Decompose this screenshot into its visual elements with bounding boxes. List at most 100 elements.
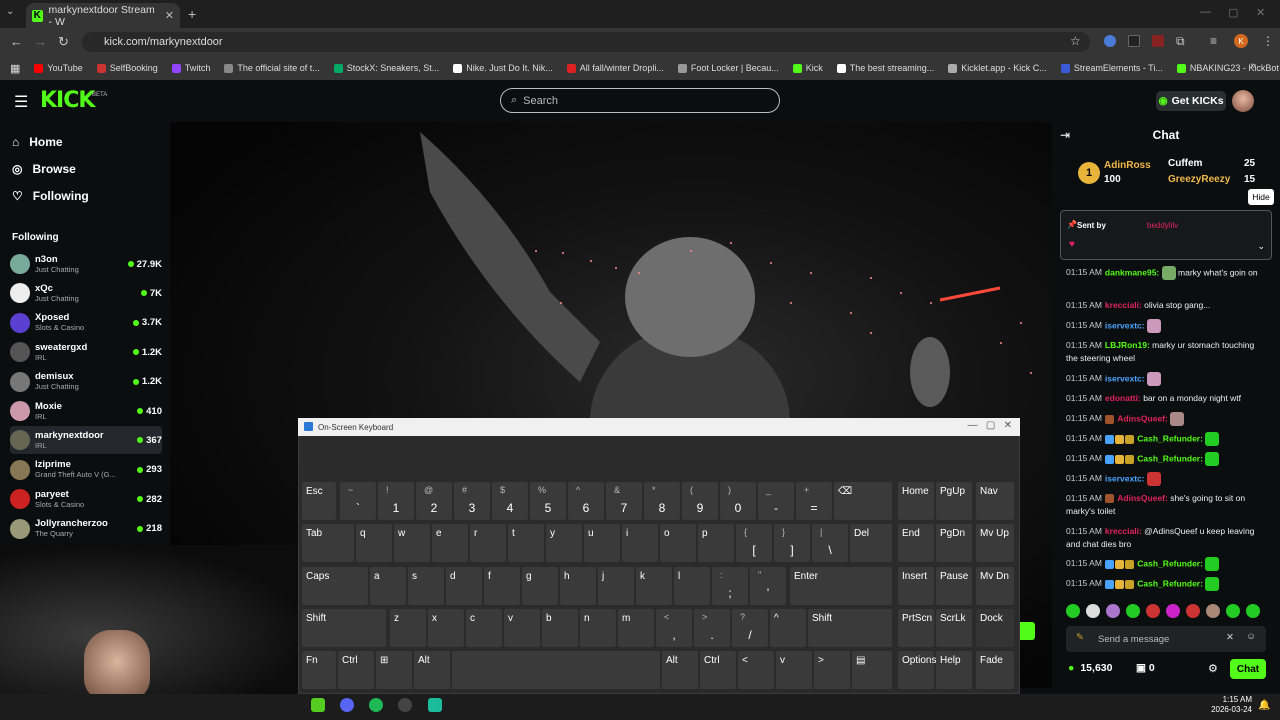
osk-key[interactable]: t (508, 524, 544, 562)
hide-button[interactable]: Hide (1248, 189, 1274, 205)
following-channel[interactable]: sweatergxd IRL 1.2K (10, 338, 162, 366)
osk-key[interactable]: #3 (454, 482, 490, 520)
osk-key[interactable]: f (484, 567, 520, 605)
message-user[interactable]: LBJRon19: (1105, 340, 1150, 350)
translate-icon[interactable]: ✕ (1226, 632, 1234, 643)
osk-key[interactable]: PrtScn (898, 609, 934, 647)
bookmark-item[interactable]: The best streaming... (836, 63, 934, 73)
osk-key[interactable]: w (394, 524, 430, 562)
osk-key[interactable]: j (598, 567, 634, 605)
message-user[interactable]: dankmane95: (1105, 267, 1159, 277)
close-tab-icon[interactable]: ✕ (165, 9, 174, 22)
osk-key[interactable]: Alt (414, 651, 450, 689)
osk-key[interactable]: u (584, 524, 620, 562)
osk-key[interactable]: :; (712, 567, 748, 605)
osk-key[interactable]: (9 (682, 482, 718, 520)
osk-key[interactable]: ^ 6 (568, 482, 604, 520)
bookmark-item[interactable]: Nike. Just Do It. Nik... (453, 63, 553, 73)
osk-key[interactable]: p (698, 524, 734, 562)
bookmark-item[interactable]: StockX: Sneakers, St... (333, 63, 439, 73)
message-user[interactable]: krecciali: (1105, 300, 1142, 310)
minecraft-icon[interactable] (311, 698, 325, 712)
app-green-icon[interactable] (428, 698, 442, 712)
maximize-icon[interactable]: ▢ (1228, 6, 1238, 19)
send-chat-button[interactable]: Chat (1230, 659, 1266, 679)
media-control-icon[interactable]: ≡ (1210, 34, 1217, 48)
following-channel[interactable]: demisux Just Chatting 1.2K (10, 368, 162, 396)
more-bookmarks-icon[interactable]: » (1250, 60, 1256, 72)
bookmark-item[interactable]: Foot Locker | Becau... (677, 63, 779, 73)
pinned-user[interactable]: beddylilv (1147, 221, 1178, 230)
osk-key[interactable]: Dock (976, 609, 1014, 647)
osk-key[interactable]: n (580, 609, 616, 647)
message-user[interactable]: iservextc: (1105, 373, 1145, 383)
osk-key[interactable]: & 7 (606, 482, 642, 520)
osk-key[interactable]: * 8 (644, 482, 680, 520)
osk-key[interactable]: q (356, 524, 392, 562)
message-user[interactable]: Cash_Refunder: (1137, 558, 1203, 568)
osk-key[interactable]: ^ (770, 609, 806, 647)
osk-key[interactable]: {[ (736, 524, 772, 562)
bookmark-item[interactable]: Kick (792, 63, 823, 73)
new-tab-icon[interactable]: + (188, 6, 196, 22)
osk-key[interactable]: ) 0 (720, 482, 756, 520)
osk-key[interactable]: v (776, 651, 812, 689)
taskbar-clock[interactable]: 1:15 AM 2026-03-24 (1204, 695, 1252, 715)
following-channel[interactable]: lziprime Grand Theft Auto V (G... 293 (10, 456, 162, 484)
osk-key[interactable] (452, 651, 660, 689)
osk-key[interactable]: Enter (790, 567, 892, 605)
get-kicks-button[interactable]: ◉ Get KICKs (1156, 91, 1226, 111)
bookmark-item[interactable]: The official site of t... (224, 63, 320, 73)
osk-key[interactable]: ~ ` (340, 482, 376, 520)
emote-icon[interactable] (1246, 604, 1260, 618)
url-field[interactable]: kick.com/markynextdoor (82, 32, 1090, 52)
osk-key[interactable]: g (522, 567, 558, 605)
osk-key[interactable]: Home (898, 482, 934, 520)
following-channel[interactable]: n3on Just Chatting 27.9K (10, 250, 162, 278)
following-channel[interactable]: paryeet Slots & Casino 282 (10, 485, 162, 513)
osk-key[interactable]: Fn (302, 651, 336, 689)
osk-key[interactable]: d (446, 567, 482, 605)
osk-key[interactable]: > (814, 651, 850, 689)
following-channel[interactable]: xQc Just Chatting 7K (10, 279, 162, 307)
osk-title-bar[interactable]: On-Screen Keyboard — ▢ ✕ (298, 418, 1020, 436)
search-input[interactable]: ⌕ Search (500, 88, 780, 113)
message-user[interactable]: edonatti: (1105, 393, 1141, 403)
emote-icon[interactable] (1086, 604, 1100, 618)
bookmark-item[interactable]: All fall/winter Dropli... (566, 63, 664, 73)
following-channel[interactable]: markynextdoor IRL 367 (10, 426, 162, 455)
message-user[interactable]: iservextc: (1105, 473, 1145, 483)
close-window-icon[interactable]: ✕ (1256, 6, 1265, 19)
emoji-icon[interactable]: ☺ (1246, 631, 1256, 642)
emote-icon[interactable] (1126, 604, 1140, 618)
more-menu-icon[interactable]: ⋮ (1262, 34, 1274, 48)
emote-icon[interactable] (1146, 604, 1160, 618)
leader-first-name[interactable]: AdinRoss (1104, 160, 1151, 171)
pinned-message[interactable]: 📌 Sent by beddylilv ♥ ⌄ (1060, 210, 1272, 260)
emote-icon[interactable] (1066, 604, 1080, 618)
menu-icon[interactable]: ☰ (14, 92, 28, 112)
extension-counter-icon[interactable] (1128, 35, 1140, 47)
osk-key[interactable]: z (390, 609, 426, 647)
spotify-icon[interactable] (369, 698, 383, 712)
osk-key[interactable]: }] (774, 524, 810, 562)
osk-key[interactable]: Alt (662, 651, 698, 689)
osk-key[interactable]: v (504, 609, 540, 647)
osk-key[interactable]: Nav (976, 482, 1014, 520)
message-user[interactable]: krecciali: (1105, 526, 1142, 536)
osk-key[interactable]: <, (656, 609, 692, 647)
emote-icon[interactable] (1186, 604, 1200, 618)
back-icon[interactable]: ← (10, 34, 23, 49)
osk-key[interactable]: Options (898, 651, 936, 689)
following-channel[interactable]: Xposed Slots & Casino 3.7K (10, 309, 162, 337)
browser-tab[interactable]: K markynextdoor Stream - W ✕ (26, 3, 180, 28)
sidebar-item-home[interactable]: ⌂ Home (12, 135, 63, 149)
following-channel[interactable]: Jollyrancherzoo The Quarry 218 (10, 515, 162, 543)
channel-points[interactable]: ● 15,630 (1068, 662, 1112, 674)
osk-key[interactable]: Tab (302, 524, 354, 562)
osk-key[interactable]: PgDn (936, 524, 972, 562)
osk-key[interactable]: l (674, 567, 710, 605)
sidebar-item-following[interactable]: ♡ Following (12, 189, 89, 203)
notification-bell-icon[interactable]: 🔔 (1258, 700, 1270, 711)
user-avatar[interactable] (1232, 90, 1254, 112)
